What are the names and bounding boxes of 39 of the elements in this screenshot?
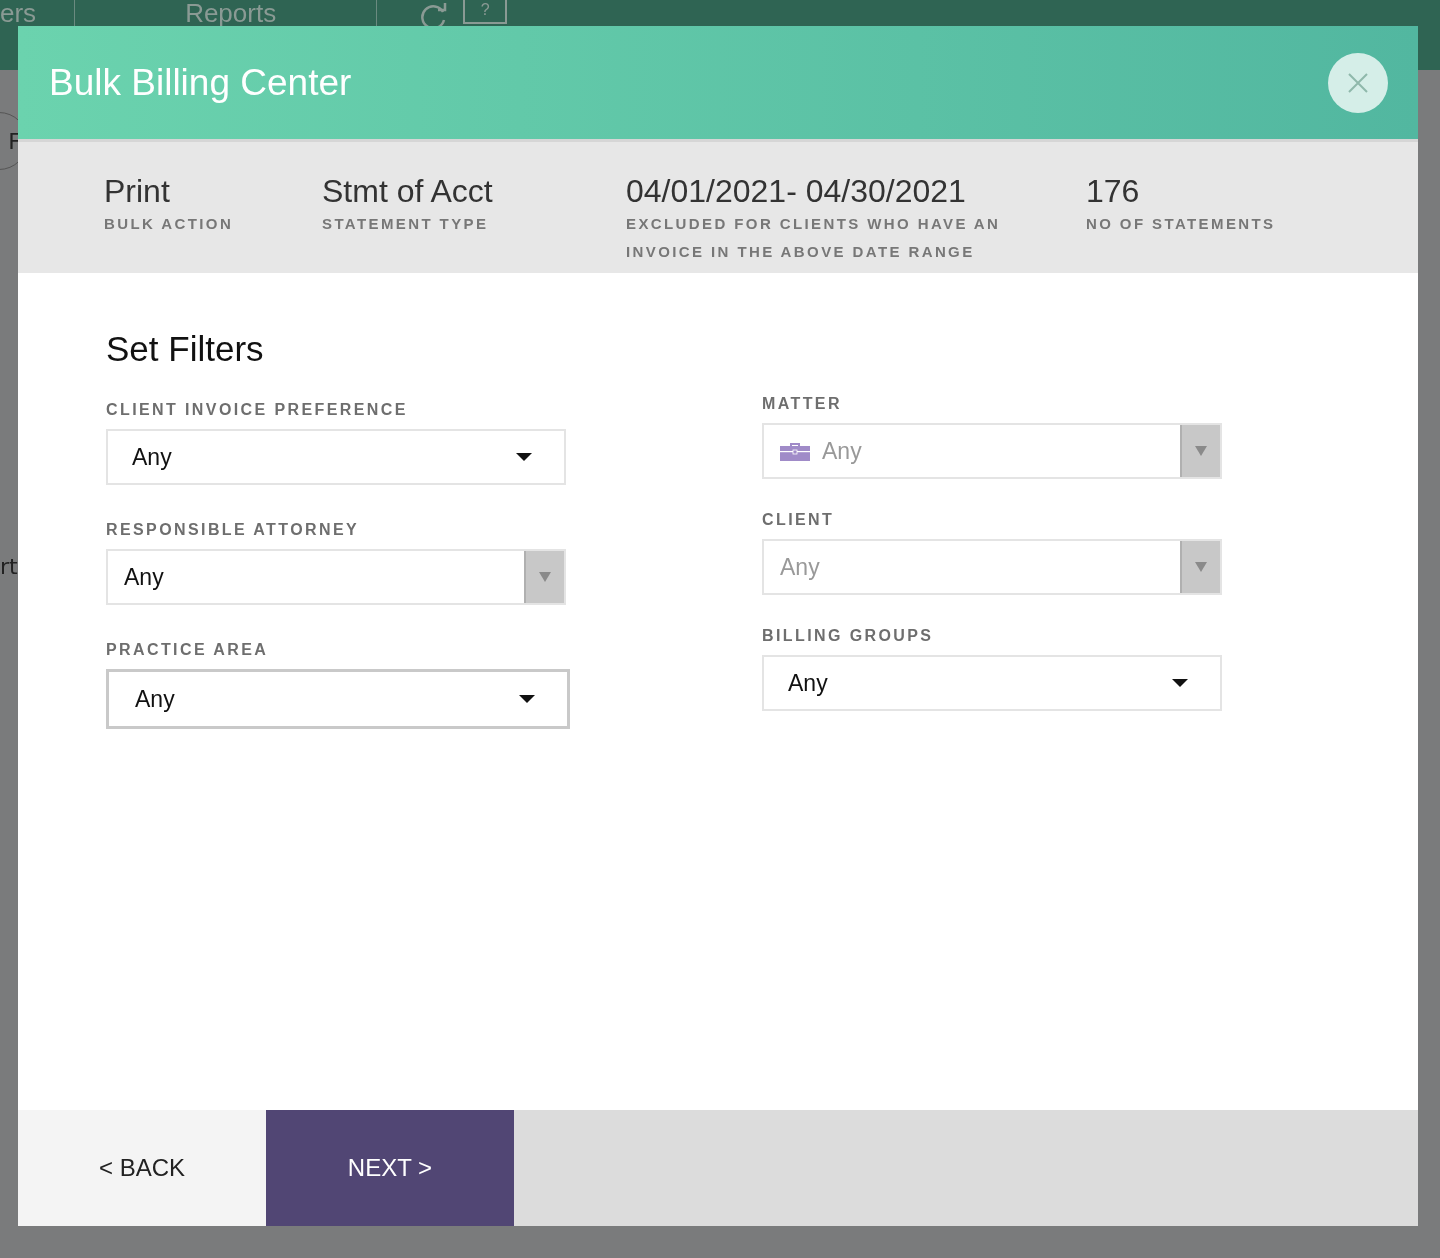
dropdown-button[interactable] [524, 551, 564, 603]
summary-label: EXCLUDED FOR CLIENTS WHO HAVE AN INVOICE IN THE ABOVE DATE RANGE [626, 214, 1002, 262]
dropdown-button[interactable] [1180, 541, 1220, 593]
combo-placeholder: Any [780, 553, 820, 581]
caret-icon [1195, 562, 1207, 572]
section-title: Set Filters [106, 329, 265, 369]
summary-value: 176 [1086, 172, 1140, 210]
caret-icon [539, 572, 551, 582]
field-label: BILLING GROUPS [762, 627, 934, 645]
field-label: MATTER [762, 395, 842, 413]
close-icon [1347, 71, 1369, 94]
dropdown-value: Any [132, 443, 172, 471]
combo-field[interactable]: Any [106, 549, 566, 605]
field-label: RESPONSIBLE ATTORNEY [106, 521, 360, 539]
caret-icon [1172, 679, 1188, 687]
caret-icon [1195, 446, 1207, 456]
summary-label: NO OF STATEMENTS [1086, 214, 1276, 234]
dropdown-value: Any [135, 685, 175, 713]
field-label: CLIENT INVOICE PREFERENCE [106, 401, 408, 419]
field-label: CLIENT [762, 511, 835, 529]
summary-value: Stmt of Acct [322, 172, 493, 210]
next-button[interactable]: NEXT > [266, 1110, 514, 1226]
summary-value: Print [104, 172, 170, 210]
combo-value: Any [124, 563, 164, 591]
dropdown-field[interactable]: Any [106, 669, 570, 729]
background-text: rt [0, 554, 18, 579]
summary-label: BULK ACTION [104, 214, 234, 234]
summary-label: STATEMENT TYPE [322, 214, 489, 234]
dropdown-button[interactable] [1180, 425, 1220, 477]
caret-icon [516, 453, 532, 461]
field-label: PRACTICE AREA [106, 641, 269, 659]
dropdown-field[interactable]: Any [106, 429, 566, 485]
dialog-title: Bulk Billing Center [49, 61, 352, 104]
dropdown-value: Any [788, 669, 828, 697]
caret-icon [519, 695, 535, 703]
back-button[interactable]: < BACK [18, 1110, 266, 1226]
summary-value: 04/01/2021- 04/30/2021 [626, 172, 966, 210]
dropdown-field[interactable]: Any [762, 655, 1222, 711]
combo-placeholder: Any [822, 437, 862, 465]
